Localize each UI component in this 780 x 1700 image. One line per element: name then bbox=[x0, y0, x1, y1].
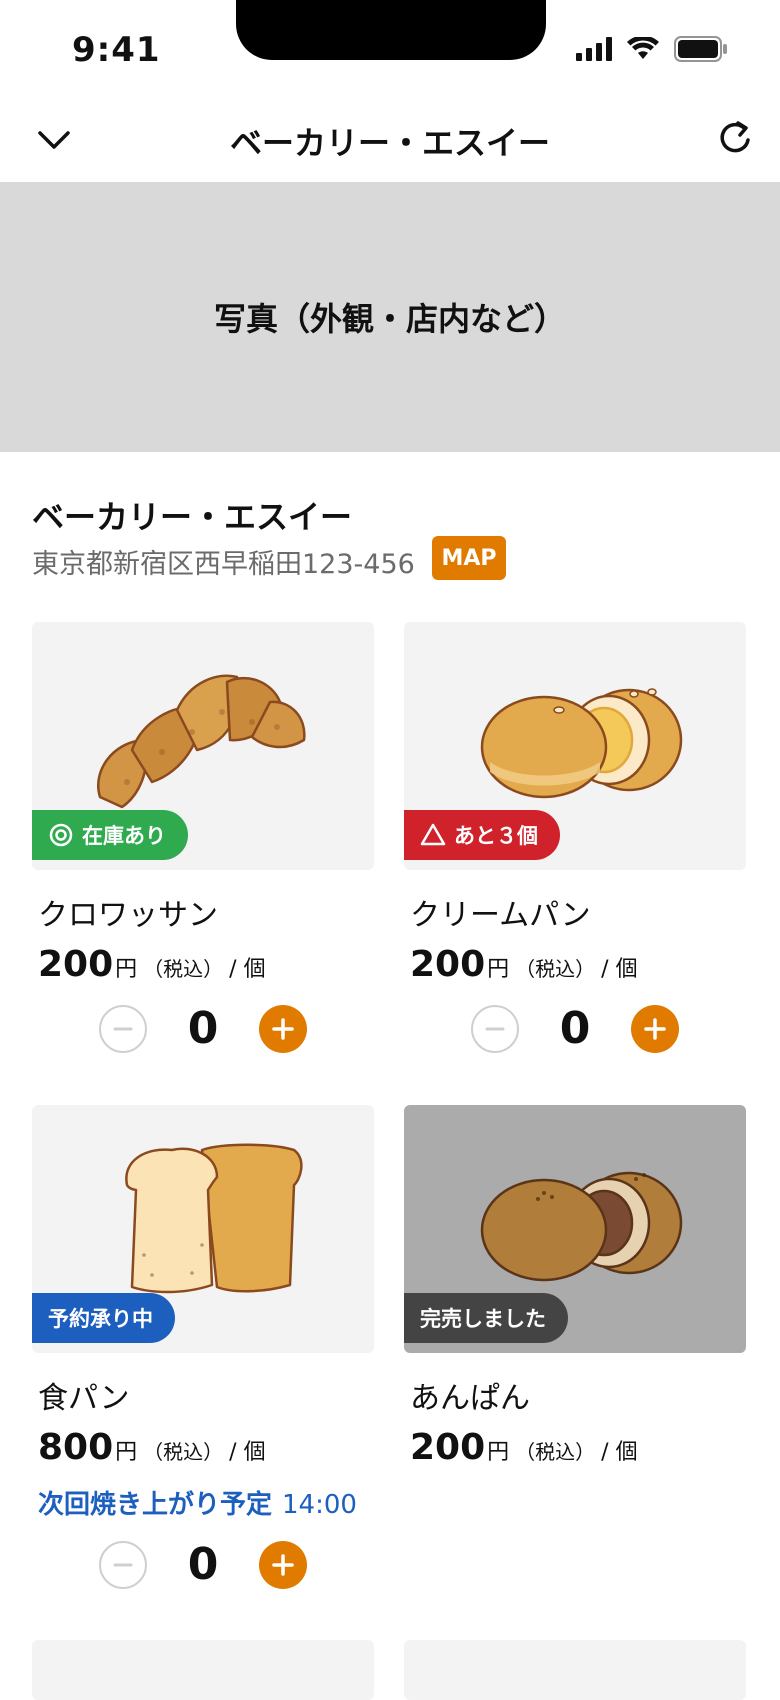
page-title: ベーカリー・エスイー bbox=[229, 124, 550, 162]
price-tax-note: （税込） bbox=[143, 1440, 224, 1464]
product-card-bread-loaf[interactable]: 予約承り中 食パン 800 円 （税込） / 個 次回焼き上がり予定 14:00 … bbox=[32, 1105, 374, 1590]
product-card-cream-bun[interactable]: あと３個 クリームパン 200 円 （税込） / 個 0 bbox=[404, 622, 746, 1054]
product-price: 200 bbox=[38, 944, 114, 985]
low-stock-triangle-icon bbox=[420, 823, 446, 846]
quantity-value: 0 bbox=[559, 1003, 591, 1054]
price-row: 200 円 （税込） / 個 bbox=[404, 1427, 746, 1468]
price-tax-note: （税込） bbox=[515, 1440, 596, 1464]
product-card-partial[interactable] bbox=[404, 1640, 746, 1700]
product-name: クロワッサン bbox=[38, 898, 218, 933]
next-bake-info: 次回焼き上がり予定 14:00 bbox=[32, 1484, 374, 1521]
stock-badge-label: あと３個 bbox=[454, 824, 538, 848]
price-row: 200 円 （税込） / 個 bbox=[32, 944, 374, 985]
price-per-unit: / 個 bbox=[601, 957, 638, 982]
reservation-badge: 予約承り中 bbox=[32, 1293, 175, 1343]
price-row: 800 円 （税込） / 個 bbox=[32, 1427, 374, 1468]
cellular-signal-icon bbox=[576, 37, 612, 61]
product-card-croissant[interactable]: 在庫あり クロワッサン 200 円 （税込） / 個 0 bbox=[32, 622, 374, 1054]
price-per-unit: / 個 bbox=[601, 1440, 638, 1465]
price-currency: 円 bbox=[115, 957, 138, 982]
plus-icon bbox=[272, 1553, 294, 1576]
product-image: あと３個 bbox=[404, 622, 746, 870]
reservation-badge-label: 予約承り中 bbox=[48, 1307, 153, 1331]
map-button[interactable]: MAP bbox=[432, 536, 506, 580]
price-per-unit: / 個 bbox=[229, 957, 266, 982]
stock-badge: あと３個 bbox=[404, 810, 560, 860]
price-currency: 円 bbox=[115, 1440, 138, 1465]
store-photo-label: 写真（外観・店内など） bbox=[213, 300, 566, 338]
wifi-icon bbox=[627, 37, 659, 59]
status-bar: 9:41 bbox=[0, 0, 780, 100]
price-currency: 円 bbox=[487, 957, 510, 982]
product-image: 在庫あり bbox=[32, 622, 374, 870]
increase-quantity-button[interactable] bbox=[259, 1004, 307, 1053]
quantity-value: 0 bbox=[187, 1003, 219, 1054]
plus-icon bbox=[644, 1017, 666, 1040]
quantity-stepper: 0 bbox=[404, 1003, 746, 1054]
next-bake-time: 14:00 bbox=[282, 1490, 357, 1520]
refresh-button[interactable] bbox=[714, 118, 756, 160]
shop-name: ベーカリー・エスイー bbox=[32, 498, 353, 536]
product-image: 予約承り中 bbox=[32, 1105, 374, 1353]
product-name: クリームパン bbox=[410, 898, 591, 933]
next-bake-label: 次回焼き上がり予定 bbox=[38, 1490, 273, 1520]
status-time: 9:41 bbox=[72, 30, 161, 70]
in-stock-circle-icon bbox=[49, 823, 73, 847]
quantity-value: 0 bbox=[187, 1539, 219, 1590]
status-icons bbox=[576, 36, 728, 62]
refresh-icon bbox=[720, 121, 750, 153]
increase-quantity-button[interactable] bbox=[631, 1004, 679, 1053]
price-tax-note: （税込） bbox=[143, 957, 224, 981]
navigation-bar: ベーカリー・エスイー bbox=[0, 100, 780, 182]
product-image: 完売しました bbox=[404, 1105, 746, 1353]
shop-address: 東京都新宿区西早稲田123-456 bbox=[32, 549, 415, 580]
minus-icon bbox=[485, 1027, 505, 1030]
decrease-quantity-button[interactable] bbox=[99, 1540, 147, 1589]
stock-badge-label: 在庫あり bbox=[82, 824, 166, 848]
product-card-partial[interactable] bbox=[32, 1640, 374, 1700]
quantity-stepper: 0 bbox=[32, 1003, 374, 1054]
price-tax-note: （税込） bbox=[515, 957, 596, 981]
stock-badge: 在庫あり bbox=[32, 810, 188, 860]
product-name: あんぱん bbox=[410, 1381, 530, 1416]
plus-icon bbox=[272, 1017, 294, 1040]
price-currency: 円 bbox=[487, 1440, 510, 1465]
battery-icon bbox=[674, 36, 727, 62]
product-price: 200 bbox=[410, 944, 486, 985]
sold-out-badge: 完売しました bbox=[404, 1293, 568, 1343]
device-notch bbox=[236, 0, 546, 60]
product-price: 200 bbox=[410, 1427, 486, 1468]
product-price: 800 bbox=[38, 1427, 114, 1468]
store-photo-placeholder: 写真（外観・店内など） bbox=[0, 182, 780, 452]
price-per-unit: / 個 bbox=[229, 1440, 266, 1465]
increase-quantity-button[interactable] bbox=[259, 1540, 307, 1589]
minus-icon bbox=[113, 1563, 133, 1566]
product-name: 食パン bbox=[38, 1381, 130, 1416]
decrease-quantity-button[interactable] bbox=[99, 1004, 147, 1053]
price-row: 200 円 （税込） / 個 bbox=[404, 944, 746, 985]
quantity-stepper: 0 bbox=[32, 1539, 374, 1590]
minus-icon bbox=[113, 1027, 133, 1030]
sold-out-badge-label: 完売しました bbox=[420, 1307, 546, 1331]
decrease-quantity-button[interactable] bbox=[471, 1004, 519, 1053]
product-card-anpan[interactable]: 完売しました あんぱん 200 円 （税込） / 個 bbox=[404, 1105, 746, 1468]
